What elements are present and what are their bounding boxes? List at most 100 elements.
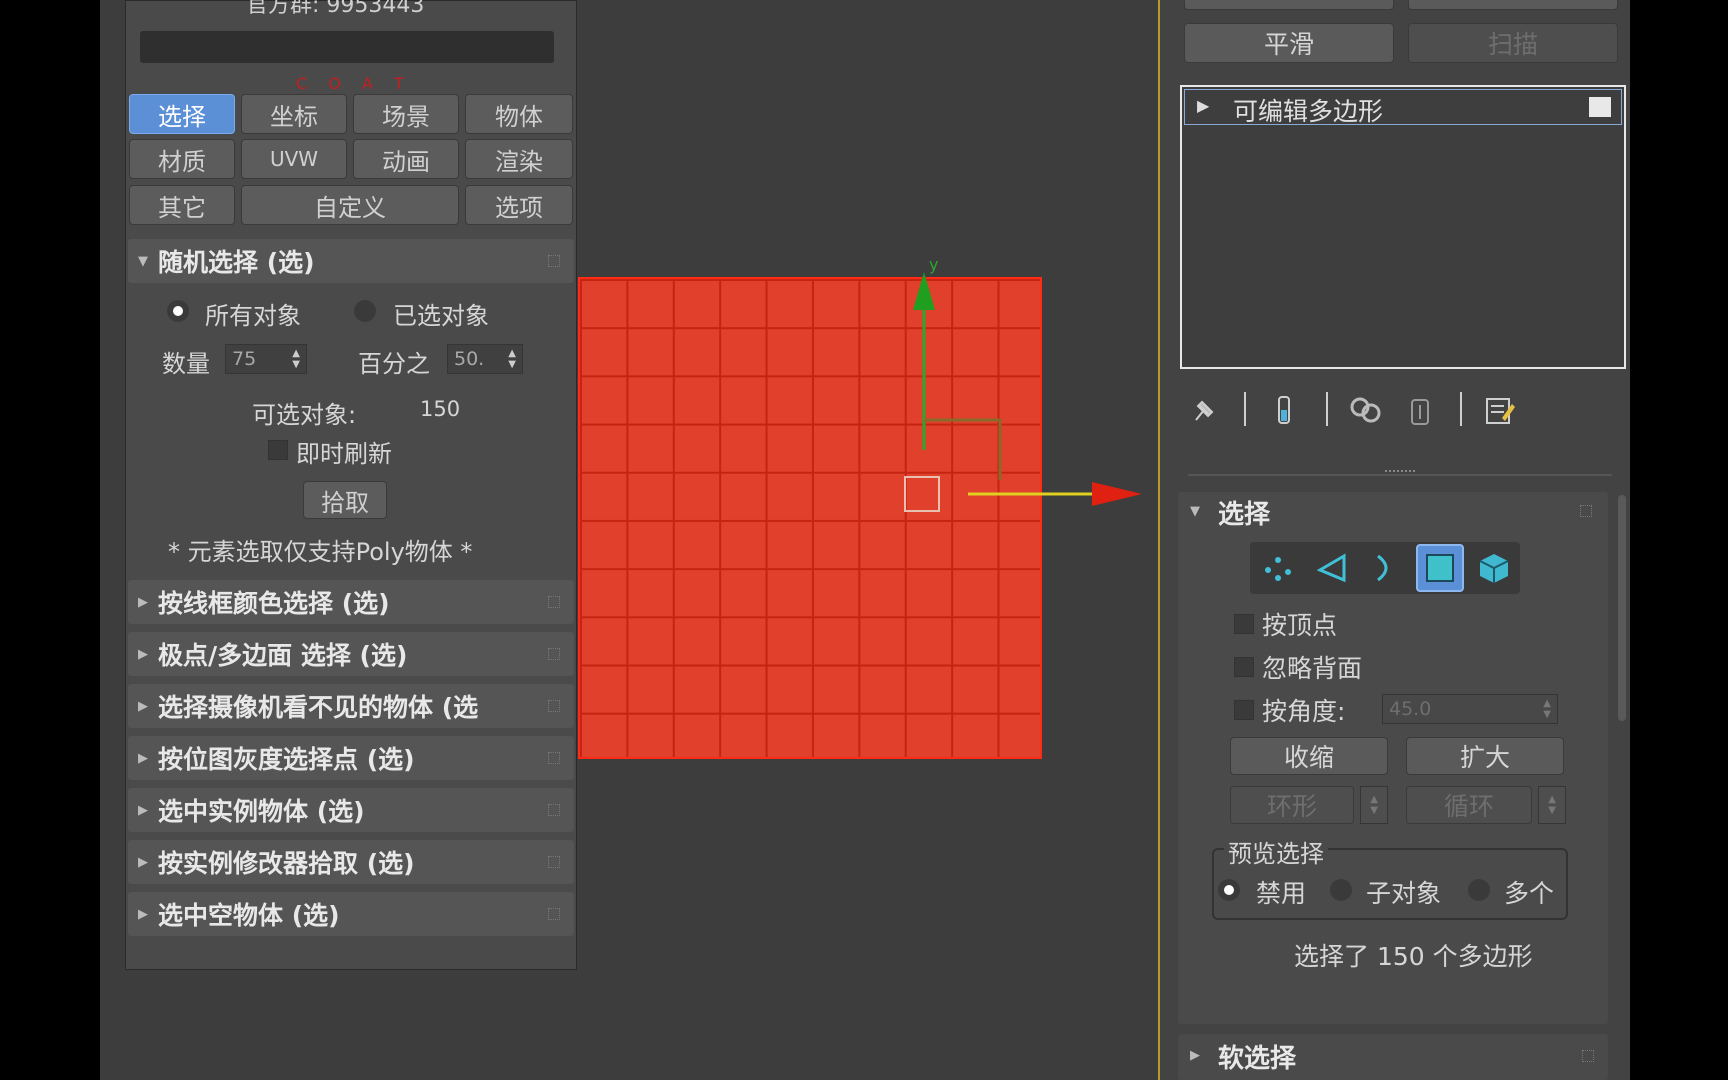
tab-scene[interactable]: 场景 <box>353 94 459 134</box>
preview-disabled-radio[interactable] <box>1218 879 1240 901</box>
preview-multi-radio[interactable] <box>1468 879 1490 901</box>
ring-button[interactable]: 环形 <box>1230 786 1354 824</box>
element-mode-icon[interactable] <box>1470 544 1518 592</box>
ring-spinner[interactable]: ▲ ▼ <box>1360 786 1388 824</box>
preview-subobject-label: 子对象 <box>1366 879 1442 908</box>
rollout-bitmap-gray[interactable]: ▶ 按位图灰度选择点 (选) <box>128 736 574 780</box>
stack-item-editable-poly[interactable]: ▶ 可编辑多边形 <box>1184 89 1622 126</box>
rollout-camera-invisible[interactable]: ▶ 选择摄像机看不见的物体 (选 <box>128 684 574 728</box>
progress-bar <box>140 31 554 63</box>
selectable-objects-label: 可选对象: <box>252 401 357 429</box>
cropped-button[interactable] <box>1408 0 1618 10</box>
rollout-select-instances[interactable]: ▶ 选中实例物体 (选) <box>128 788 574 832</box>
radio-selected-objects-label: 已选对象 <box>393 302 489 330</box>
angle-spinner[interactable]: 45.0 ▲ ▼ <box>1382 694 1558 724</box>
spinner-arrows-icon[interactable]: ▲ ▼ <box>292 348 300 370</box>
pin-stack-icon[interactable] <box>1180 386 1228 434</box>
divider <box>1244 392 1246 426</box>
resize-grip-icon[interactable] <box>1385 470 1415 480</box>
show-end-result-icon[interactable] <box>1260 386 1308 434</box>
scrollbar[interactable] <box>1618 495 1626 721</box>
by-vertex-checkbox[interactable] <box>1234 614 1254 634</box>
grip-icon <box>548 255 560 267</box>
loop-button[interactable]: 循环 <box>1406 786 1532 824</box>
grip-icon <box>548 700 560 712</box>
grow-button[interactable]: 扩大 <box>1406 737 1564 775</box>
cropped-button[interactable] <box>1184 0 1394 10</box>
shrink-button[interactable]: 收缩 <box>1230 737 1388 775</box>
rollout-title: 选择摄像机看不见的物体 (选 <box>158 693 479 722</box>
polygon-mode-icon[interactable] <box>1416 544 1464 592</box>
by-angle-checkbox[interactable] <box>1234 700 1254 720</box>
selection-rollout-title[interactable]: 选择 <box>1218 494 1270 531</box>
loop-spinner[interactable]: ▲ ▼ <box>1538 786 1566 824</box>
smooth-button[interactable]: 平滑 <box>1184 23 1394 63</box>
rollout-instance-modifier[interactable]: ▶ 按实例修改器拾取 (选) <box>128 840 574 884</box>
divider <box>1326 392 1328 426</box>
rollout-title: 按位图灰度选择点 (选) <box>158 745 415 774</box>
preview-subobject-radio[interactable] <box>1330 879 1352 901</box>
grip-icon <box>548 856 560 868</box>
pick-button[interactable]: 拾取 <box>303 481 387 519</box>
soft-selection-title: 软选择 <box>1218 1044 1297 1074</box>
tab-animation[interactable]: 动画 <box>353 139 459 179</box>
tab-select[interactable]: 选择 <box>129 94 235 134</box>
tab-options[interactable]: 选项 <box>465 185 573 225</box>
tab-material[interactable]: 材质 <box>129 139 235 179</box>
modifier-stack[interactable]: ▶ 可编辑多边形 <box>1180 85 1626 369</box>
by-angle-label: 按角度: <box>1262 697 1346 726</box>
grip-icon <box>1580 505 1592 517</box>
tab-custom[interactable]: 自定义 <box>241 185 459 225</box>
ignore-backface-checkbox[interactable] <box>1234 657 1254 677</box>
remove-modifier-icon[interactable] <box>1396 386 1444 434</box>
grip-icon <box>548 908 560 920</box>
edge-mode-icon[interactable] <box>1308 544 1356 592</box>
left-black-border <box>0 0 100 1080</box>
spinner-arrows-icon[interactable]: ▲ ▼ <box>508 348 516 370</box>
rollout-pole-select[interactable]: ▶ 极点/多边面 选择 (选) <box>128 632 574 676</box>
radio-all-objects[interactable] <box>167 300 189 322</box>
collapse-arrow-icon[interactable]: ▼ <box>1190 504 1200 519</box>
move-gizmo-icon[interactable]: y <box>880 250 1160 520</box>
expand-arrow-icon: ▶ <box>138 750 148 766</box>
spinner-arrows-icon[interactable]: ▲ ▼ <box>1548 794 1556 816</box>
rollout-empty-objects[interactable]: ▶ 选中空物体 (选) <box>128 892 574 936</box>
configure-modifier-sets-icon[interactable] <box>1476 386 1524 434</box>
spinner-arrows-icon[interactable]: ▲ ▼ <box>1543 698 1551 720</box>
expand-arrow-icon: ▶ <box>138 906 148 922</box>
decorative-red-mark: C O A T <box>296 74 412 93</box>
tab-uvw[interactable]: UVW <box>241 139 347 179</box>
realtime-refresh-checkbox[interactable] <box>268 440 288 460</box>
radio-selected-objects[interactable] <box>354 300 376 322</box>
by-vertex-label: 按顶点 <box>1262 611 1338 640</box>
light-bulb-toggle-icon[interactable] <box>1589 97 1611 117</box>
spinner-arrows-icon[interactable]: ▲ ▼ <box>1370 794 1378 816</box>
count-label: 数量 <box>162 350 210 378</box>
grip-icon <box>548 752 560 764</box>
rollout-random-select[interactable]: ▼ 随机选择 (选) <box>128 239 574 283</box>
tab-other[interactable]: 其它 <box>129 185 235 225</box>
rollout-title: 随机选择 (选) <box>158 248 315 277</box>
soft-selection-rollout[interactable]: ▶ 软选择 <box>1178 1034 1608 1080</box>
preview-selection-title: 预览选择 <box>1224 834 1328 869</box>
tab-object[interactable]: 物体 <box>465 94 573 134</box>
percent-value: 50. <box>454 348 485 370</box>
tab-coordinates[interactable]: 坐标 <box>241 94 347 134</box>
expand-arrow-icon: ▶ <box>138 698 148 714</box>
grip-icon <box>1582 1050 1594 1062</box>
count-spinner[interactable]: 75 ▲ ▼ <box>225 344 307 374</box>
rollout-title: 极点/多边面 选择 (选) <box>158 641 408 670</box>
sweep-button[interactable]: 扫描 <box>1408 23 1618 63</box>
make-unique-icon[interactable] <box>1342 386 1390 434</box>
expand-arrow-icon[interactable]: ▶ <box>1197 96 1209 115</box>
expand-arrow-icon: ▶ <box>1190 1048 1200 1063</box>
realtime-refresh-label: 即时刷新 <box>296 440 392 468</box>
tab-render[interactable]: 渲染 <box>465 139 573 179</box>
grip-icon <box>548 804 560 816</box>
poly-note: * 元素选取仅支持Poly物体 * <box>168 538 473 566</box>
rollout-wire-color[interactable]: ▶ 按线框颜色选择 (选) <box>128 580 574 624</box>
collapse-arrow-icon: ▼ <box>138 253 148 269</box>
percent-spinner[interactable]: 50. ▲ ▼ <box>447 344 523 374</box>
vertex-mode-icon[interactable] <box>1254 544 1302 592</box>
border-mode-icon[interactable] <box>1360 544 1408 592</box>
